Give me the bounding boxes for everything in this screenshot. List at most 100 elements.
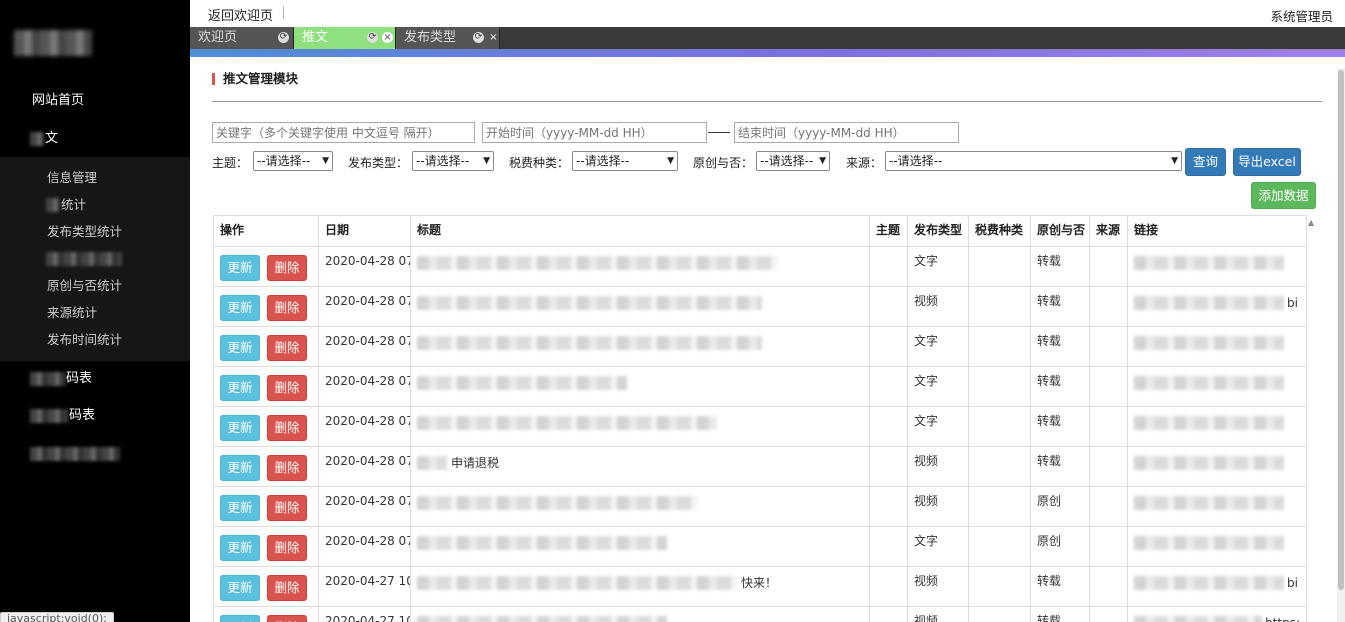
update-button[interactable]: 更新: [220, 455, 260, 481]
sidebar-item-original-stats[interactable]: 原创与否统计: [0, 272, 190, 299]
query-button[interactable]: 查询: [1185, 148, 1226, 176]
back-to-welcome-link[interactable]: 返回欢迎页: [208, 5, 273, 24]
tab-publish-type[interactable]: 发布类型 ⟳ ×: [396, 27, 500, 49]
link-cell[interactable]: https:: [1127, 606, 1307, 622]
link-cell[interactable]: [1127, 406, 1307, 447]
delete-button[interactable]: 删除: [267, 575, 307, 601]
title-cell[interactable]: [410, 526, 870, 567]
col-header[interactable]: 原创与否: [1030, 215, 1090, 247]
nav-blurred[interactable]: [0, 436, 190, 472]
add-data-button[interactable]: 添加数据: [1251, 182, 1316, 209]
col-header[interactable]: 标题: [410, 215, 870, 247]
link-cell[interactable]: [1127, 366, 1307, 407]
delete-button[interactable]: 删除: [267, 495, 307, 521]
col-header[interactable]: 来源: [1089, 215, 1128, 247]
source-select[interactable]: --请选择-- ▼: [885, 151, 1182, 171]
sidebar-item-blurred[interactable]: [0, 245, 190, 272]
delete-button[interactable]: 删除: [267, 295, 307, 321]
date-cell: 2020-04-28 07: [318, 366, 411, 407]
original-select[interactable]: --请选择-- ▼: [756, 151, 830, 171]
delete-button[interactable]: 删除: [267, 455, 307, 481]
table-row: 更新 删除 2020-04-28 07 视频 转载 bi: [213, 286, 1307, 327]
keyword-input[interactable]: [212, 122, 475, 143]
blurred-title: [417, 456, 447, 470]
sidebar-item-info-manage[interactable]: 信息管理: [0, 164, 190, 191]
nav-home[interactable]: 网站首页: [0, 83, 190, 119]
delete-button[interactable]: 删除: [267, 375, 307, 401]
close-icon[interactable]: ×: [488, 32, 499, 43]
link-cell[interactable]: [1127, 526, 1307, 567]
update-button[interactable]: 更新: [220, 415, 260, 441]
col-header[interactable]: 发布类型: [907, 215, 969, 247]
refresh-icon[interactable]: ⟳: [473, 32, 484, 43]
topic-cell: [869, 246, 908, 287]
update-button[interactable]: 更新: [220, 375, 260, 401]
link-cell[interactable]: [1127, 326, 1307, 367]
delete-button[interactable]: 删除: [267, 335, 307, 361]
blurred-title: [417, 376, 627, 390]
link-cell[interactable]: [1127, 446, 1307, 487]
col-header[interactable]: 操作: [213, 215, 319, 247]
link-cell[interactable]: bi: [1127, 566, 1307, 607]
chevron-down-icon: ▼: [483, 156, 490, 166]
delete-button[interactable]: 删除: [267, 535, 307, 561]
sidebar-item-source-stats[interactable]: 来源统计: [0, 299, 190, 326]
col-header[interactable]: 链接: [1127, 215, 1307, 247]
sidebar-item-stats[interactable]: 统计: [0, 191, 190, 218]
page-scrollbar[interactable]: [1337, 68, 1345, 622]
blurred-link: [1134, 416, 1284, 430]
link-cell[interactable]: [1127, 486, 1307, 527]
admin-user[interactable]: 系统管理员: [1270, 6, 1333, 25]
sidebar-item-time-stats[interactable]: 发布时间统计: [0, 326, 190, 353]
refresh-icon[interactable]: ⟳: [278, 32, 289, 43]
actions-cell: 更新删除: [213, 526, 319, 567]
end-time-input[interactable]: [734, 122, 959, 143]
topic-select[interactable]: --请选择-- ▼: [253, 151, 333, 171]
update-button[interactable]: 更新: [220, 255, 260, 281]
source-cell: [1089, 446, 1128, 487]
topic-cell: [869, 486, 908, 527]
tab-tweet[interactable]: 推文 ⟳ ×: [294, 27, 396, 49]
col-header[interactable]: 日期: [318, 215, 411, 247]
title-cell[interactable]: 快来！: [410, 566, 870, 607]
title-cell[interactable]: [410, 366, 870, 407]
update-button[interactable]: 更新: [220, 575, 260, 601]
tax-select[interactable]: --请选择-- ▼: [572, 151, 678, 171]
tab-welcome[interactable]: 欢迎页 ⟳: [190, 27, 294, 49]
nav-tweet-section[interactable]: 文: [0, 121, 190, 157]
update-button[interactable]: 更新: [220, 335, 260, 361]
type-select[interactable]: --请选择-- ▼: [412, 151, 494, 171]
title-cell[interactable]: 申请退税: [410, 446, 870, 487]
link-cell[interactable]: [1127, 246, 1307, 287]
nav-codes-2[interactable]: 码表: [0, 398, 190, 434]
title-cell[interactable]: [410, 486, 870, 527]
topic-cell: [869, 286, 908, 327]
scrollbar-thumb[interactable]: [1338, 70, 1344, 590]
update-button[interactable]: 更新: [220, 535, 260, 561]
delete-button[interactable]: 删除: [267, 615, 307, 622]
start-time-input[interactable]: [482, 122, 707, 143]
col-header[interactable]: 主题: [869, 215, 908, 247]
delete-button[interactable]: 删除: [267, 255, 307, 281]
update-button[interactable]: 更新: [220, 615, 260, 622]
title-cell[interactable]: [410, 326, 870, 367]
refresh-icon[interactable]: ⟳: [367, 32, 378, 43]
title-cell[interactable]: [410, 246, 870, 287]
topic-cell: [869, 406, 908, 447]
update-button[interactable]: 更新: [220, 295, 260, 321]
close-icon[interactable]: ×: [382, 32, 393, 43]
title-cell[interactable]: [410, 406, 870, 447]
delete-button[interactable]: 删除: [267, 415, 307, 441]
update-button[interactable]: 更新: [220, 495, 260, 521]
link-cell[interactable]: bi: [1127, 286, 1307, 327]
date-cell: 2020-04-28 07: [318, 486, 411, 527]
status-tooltip: javascript:void(0);: [0, 612, 114, 622]
title-cell[interactable]: [410, 286, 870, 327]
nav-codes-1[interactable]: 码表: [0, 361, 190, 397]
scroll-up-arrow[interactable]: ▲: [1308, 218, 1314, 227]
date-cell: 2020-04-28 07: [318, 446, 411, 487]
sidebar-item-type-stats[interactable]: 发布类型统计: [0, 218, 190, 245]
col-header[interactable]: 税费种类: [968, 215, 1031, 247]
title-cell[interactable]: [410, 606, 870, 622]
export-excel-button[interactable]: 导出excel: [1233, 148, 1301, 176]
